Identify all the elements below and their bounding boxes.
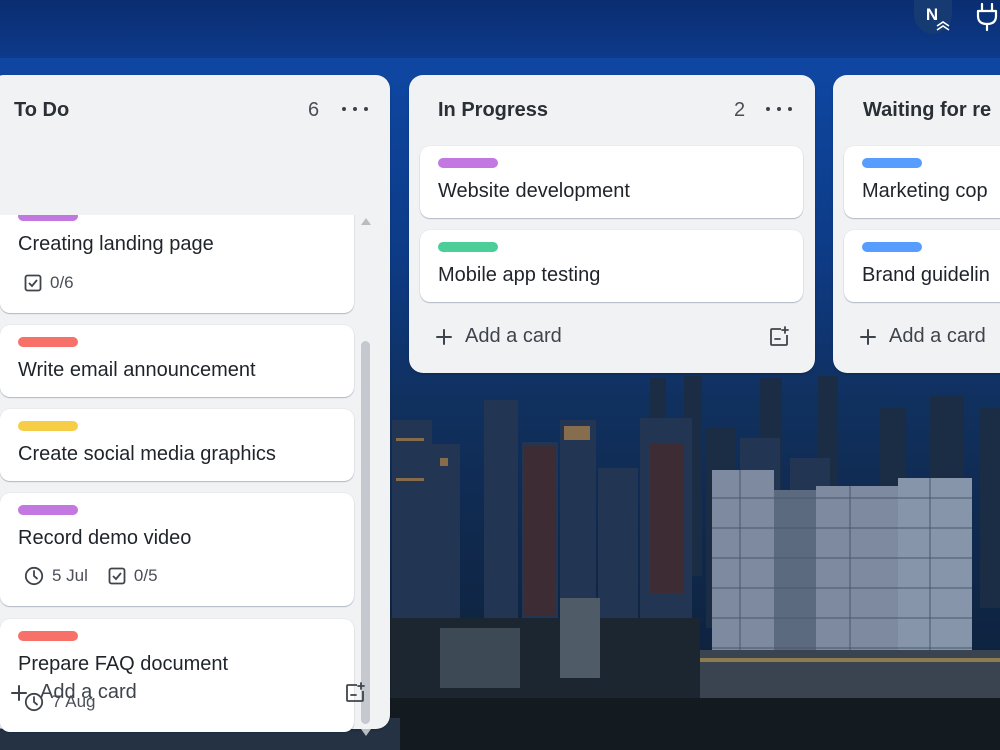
- card-title: Marketing cop: [862, 180, 988, 202]
- card-creating-landing-page[interactable]: Creating landing page 0/6: [0, 215, 354, 313]
- add-card-button[interactable]: Add a card: [10, 681, 137, 704]
- due-date-badge: 5 Jul: [24, 566, 88, 586]
- card-label: [438, 242, 498, 252]
- due-date: 5 Jul: [52, 566, 88, 585]
- card-label: [18, 505, 78, 515]
- add-card-label: Add a card: [40, 681, 137, 703]
- card-title: Write email announcement: [18, 359, 256, 381]
- list-title[interactable]: In Progress: [438, 99, 548, 122]
- checklist-progress: 0/5: [133, 566, 158, 585]
- scrollbar-thumb[interactable]: [361, 341, 370, 724]
- admin-badge-icon: [936, 21, 950, 31]
- card-label: [18, 337, 78, 347]
- list-title[interactable]: To Do: [14, 99, 69, 122]
- checklist-badge: 0/6: [24, 273, 74, 293]
- create-from-template-icon[interactable]: [768, 326, 790, 348]
- plus-icon: [860, 328, 876, 345]
- power-ups-plug-icon[interactable]: [974, 2, 1000, 32]
- more-horizontal-icon[interactable]: [342, 97, 368, 121]
- card-create-social-media-graphics[interactable]: Create social media graphics: [0, 409, 354, 481]
- add-card-button[interactable]: Add a card: [859, 325, 986, 348]
- plus-icon: [11, 684, 27, 701]
- card-record-demo-video[interactable]: Record demo video 5 Jul 0/5: [0, 493, 354, 606]
- card-title: Create social media graphics: [18, 443, 276, 465]
- list-card-count: 2: [734, 99, 746, 121]
- card-title: Website development: [438, 180, 630, 202]
- card-brand-guidelines[interactable]: Brand guidelin: [844, 230, 1000, 302]
- card-title: Prepare FAQ document: [18, 653, 229, 675]
- create-from-template-icon[interactable]: [344, 682, 366, 704]
- card-title: Creating landing page: [18, 233, 214, 255]
- add-card-label: Add a card: [889, 325, 986, 347]
- checkbox-icon: [24, 274, 42, 292]
- add-card-label: Add a card: [465, 325, 562, 347]
- clock-icon: [24, 566, 44, 586]
- member-avatar[interactable]: N: [914, 0, 952, 34]
- list-to-do: To Do 6 Creating landing page 0/6 Write …: [0, 75, 390, 736]
- add-card-button[interactable]: Add a card: [435, 325, 562, 348]
- list-waiting-for-review: Waiting for re Marketing cop Brand guide…: [833, 75, 1000, 373]
- checkbox-icon: [108, 567, 126, 585]
- card-label: [18, 215, 78, 221]
- card-label: [438, 158, 498, 168]
- card-badges: 0/6: [24, 273, 94, 293]
- checklist-progress: 0/6: [50, 273, 74, 292]
- card-badges: 5 Jul 0/5: [24, 566, 178, 586]
- card-label: [18, 421, 78, 431]
- card-label: [18, 631, 78, 641]
- card-prepare-faq-document[interactable]: Prepare FAQ document 7 Aug: [0, 619, 354, 732]
- list-card-count: 6: [308, 99, 320, 121]
- card-mobile-app-testing[interactable]: Mobile app testing: [420, 230, 803, 302]
- board-header-bar: [0, 0, 1000, 58]
- card-write-email-announcement[interactable]: Write email announcement: [0, 325, 354, 397]
- list-title[interactable]: Waiting for re: [863, 99, 991, 122]
- scroll-down-arrow-icon[interactable]: [361, 729, 371, 736]
- more-horizontal-icon[interactable]: [766, 97, 792, 121]
- card-marketing-copy[interactable]: Marketing cop: [844, 146, 1000, 218]
- checklist-badge: 0/5: [108, 566, 158, 586]
- card-label: [862, 158, 922, 168]
- card-title: Mobile app testing: [438, 264, 601, 286]
- plus-icon: [436, 328, 452, 345]
- card-website-development[interactable]: Website development: [420, 146, 803, 218]
- list-in-progress: In Progress 2 Website development Mobile…: [409, 75, 815, 373]
- card-label: [862, 242, 922, 252]
- list-scrollbar[interactable]: [360, 216, 372, 738]
- list-cards-scroll-area[interactable]: Creating landing page 0/6 Write email an…: [0, 215, 360, 737]
- card-title: Record demo video: [18, 527, 192, 549]
- card-title: Brand guidelin: [862, 264, 990, 286]
- scroll-up-arrow-icon[interactable]: [361, 218, 371, 225]
